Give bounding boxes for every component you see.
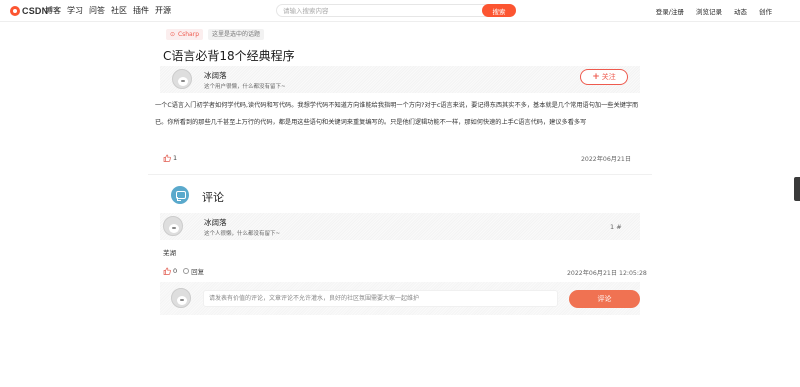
comments-heading: 评论 xyxy=(202,191,224,204)
nav-item-plugins[interactable]: 插件 xyxy=(133,5,149,16)
divider xyxy=(148,174,652,175)
comment-input[interactable] xyxy=(203,290,558,307)
tag-csharp[interactable]: ⊙ Csharp xyxy=(166,29,204,40)
tag-csharp-label: Csharp xyxy=(177,31,200,38)
nav-item-learn[interactable]: 学习 xyxy=(67,5,83,16)
commenter-name[interactable]: 冰阔落 xyxy=(204,217,227,228)
article-like-count: 1 xyxy=(173,154,178,162)
submit-comment-button[interactable]: 评论 xyxy=(569,290,640,308)
article-title: C语言必背18个经典程序 xyxy=(163,49,295,63)
article-date: 2022年06月21日 xyxy=(581,156,632,163)
comment-like-count: 0 xyxy=(173,267,178,275)
comment-author-card: 冰阔落 这个人很懒，什么都没有留下~ 1 # xyxy=(160,213,640,240)
comment-floor: 1 # xyxy=(610,223,622,231)
csdn-logo-icon xyxy=(10,6,20,16)
side-toolbar-tab[interactable] xyxy=(794,177,800,201)
user-nav: 登录/注册 浏览记录 动态 创作 xyxy=(656,6,772,16)
current-user-avatar-icon xyxy=(171,288,191,308)
reply-button[interactable]: 回复 xyxy=(183,266,204,276)
thumb-up-icon xyxy=(163,267,171,275)
commenter-desc: 这个人很懒，什么都没有留下~ xyxy=(204,231,281,237)
article-like[interactable]: 1 xyxy=(163,154,177,162)
author-avatar-icon[interactable] xyxy=(172,69,192,89)
search-input[interactable] xyxy=(283,5,473,16)
article-body: 一个C语言入门初学者如何学代码,读代码和写代码。我想学代码不知道方向谁能给我指明… xyxy=(155,102,639,126)
follow-button[interactable]: + 关注 xyxy=(580,69,628,85)
author-card: 冰阔落 这个用户很懒，什么都没有留下~ + 关注 xyxy=(160,66,640,93)
nav-item-qa[interactable]: 问答 xyxy=(89,5,105,16)
search-box: 搜索 xyxy=(276,4,516,17)
comment-bubble-icon xyxy=(171,186,189,204)
csdn-logo[interactable]: CSDN xyxy=(10,5,48,17)
activity-link[interactable]: 动态 xyxy=(734,6,747,16)
search-button[interactable]: 搜索 xyxy=(482,4,516,17)
comment-actions: 0 回复 xyxy=(163,266,204,276)
create-link[interactable]: 创作 xyxy=(759,6,772,16)
nav-item-community[interactable]: 社区 xyxy=(111,5,127,16)
login-register-link[interactable]: 登录/注册 xyxy=(656,6,684,16)
thumb-up-icon xyxy=(163,154,171,162)
author-desc: 这个用户很懒，什么都没有留下~ xyxy=(204,84,286,90)
main-nav: 博客 学习 问答 社区 插件 开源 xyxy=(45,5,171,16)
tag-topic[interactable]: 这里是选中的话题 xyxy=(208,29,265,40)
reply-label: 回复 xyxy=(191,268,205,276)
reply-icon xyxy=(183,268,190,274)
follow-label: 关注 xyxy=(601,73,616,81)
tag-icon: ⊙ xyxy=(170,31,177,38)
history-link[interactable]: 浏览记录 xyxy=(696,6,722,16)
nav-item-blog[interactable]: 博客 xyxy=(45,5,61,16)
tag-row: ⊙ Csharp 这里是选中的话题 xyxy=(166,29,265,40)
comment-text: 芜湖 xyxy=(163,249,176,257)
plus-icon: + xyxy=(592,71,600,82)
comment-date: 2022年06月21日 12:05:28 xyxy=(567,270,647,277)
commenter-avatar-icon[interactable] xyxy=(163,216,183,236)
nav-item-opensource[interactable]: 开源 xyxy=(155,5,171,16)
comment-like[interactable]: 0 xyxy=(163,267,177,275)
author-name[interactable]: 冰阔落 xyxy=(204,70,227,81)
comment-composer: 评论 xyxy=(160,282,640,315)
top-navbar: CSDN 博客 学习 问答 社区 插件 开源 搜索 登录/注册 浏览记录 动态 … xyxy=(0,0,800,22)
